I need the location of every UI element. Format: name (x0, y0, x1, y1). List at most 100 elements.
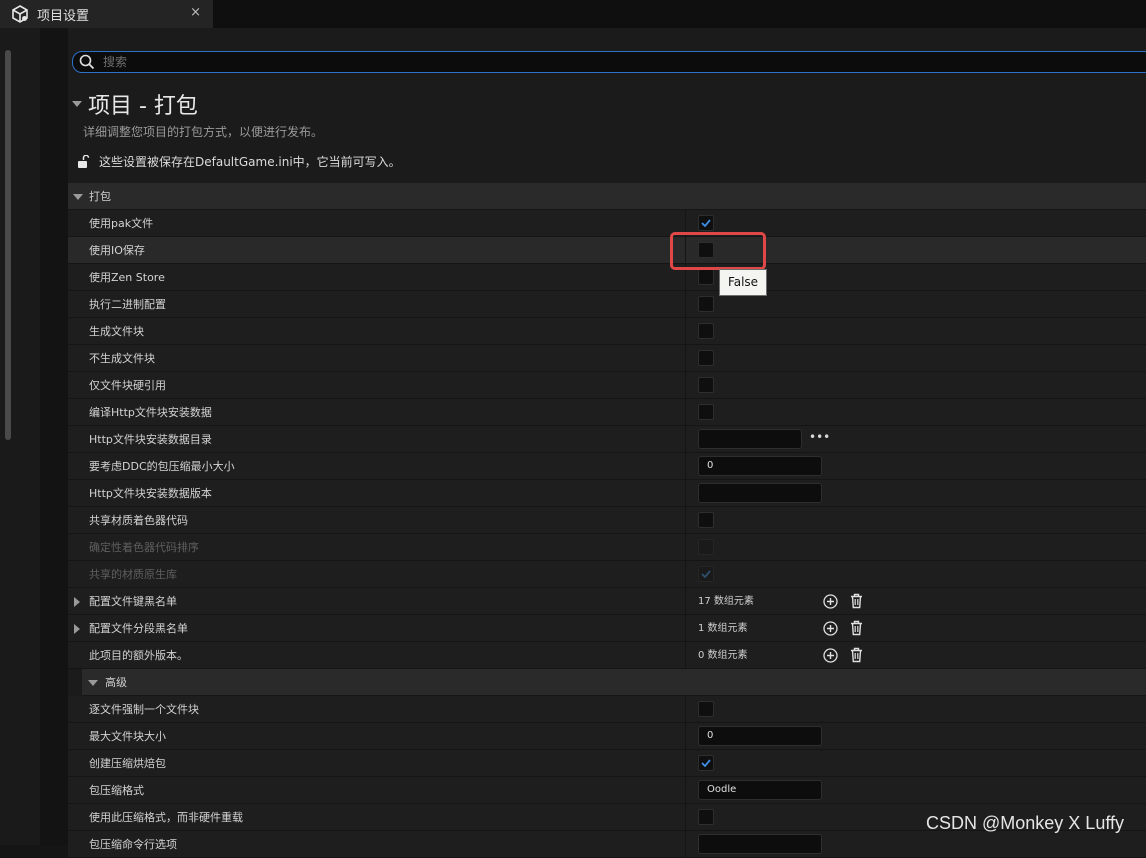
setting-label: 仅文件块硬引用 (89, 379, 166, 392)
setting-label: 共享材质着色器代码 (89, 514, 188, 527)
deterministic-shader-checkbox (698, 539, 714, 555)
collapse-arrow-icon[interactable] (72, 101, 82, 107)
category-packaging[interactable]: 打包 (68, 183, 1146, 210)
http-chunk-version-field[interactable] (698, 483, 822, 503)
setting-label: 生成文件块 (89, 325, 144, 338)
setting-use-pak: 使用pak文件 (68, 210, 1146, 237)
expand-arrow-icon[interactable] (74, 597, 80, 607)
setting-shared-native-lib: 共享的材质原生库 (68, 561, 1146, 588)
check-icon (701, 759, 711, 767)
saved-notice-text: 这些设置被保存在DefaultGame.ini中，它当前可写入。 (99, 155, 401, 169)
compression-cmdline-field[interactable] (698, 834, 822, 854)
section-header[interactable]: 项目 - 打包 (72, 88, 198, 120)
setting-label: 使用Zen Store (89, 271, 165, 284)
setting-force-one-chunk: 逐文件强制一个文件块 (68, 696, 1146, 723)
use-io-store-checkbox[interactable] (698, 242, 714, 258)
setting-label: 逐文件强制一个文件块 (89, 703, 199, 716)
setting-label: 使用此压缩格式，而非硬件重载 (89, 811, 243, 824)
use-zen-store-checkbox[interactable] (698, 269, 714, 285)
search-icon (79, 54, 95, 70)
compression-format-field[interactable]: Oodle (698, 780, 822, 800)
setting-ddc-min-size: 要考虑DDC的包压缩最小大小 0 (68, 453, 1146, 480)
scrollbar[interactable] (5, 50, 11, 440)
setting-chunk-hard-refs: 仅文件块硬引用 (68, 372, 1146, 399)
expand-arrow-icon[interactable] (73, 194, 83, 200)
setting-label: 配置文件键黑名单 (89, 595, 177, 608)
use-pak-checkbox[interactable] (698, 215, 714, 231)
tab-bar: 项目设置 × (0, 0, 1146, 28)
setting-share-shader-code: 共享材质着色器代码 (68, 507, 1146, 534)
setting-label: 使用IO保存 (89, 244, 145, 257)
check-icon (701, 219, 711, 227)
setting-label: 确定性着色器代码排序 (89, 541, 199, 554)
section-description: 详细调整您项目的打包方式，以便进行发布。 (83, 125, 324, 139)
setting-http-chunk-version: Http文件块安装数据版本 (68, 480, 1146, 507)
shared-native-lib-checkbox (698, 566, 714, 582)
watermark: CSDN @Monkey X Luffy (926, 813, 1125, 833)
setting-http-chunk-dir: Http文件块安装数据目录 ••• (68, 426, 1146, 453)
search-bar[interactable] (72, 51, 1146, 73)
setting-label: 创建压缩烘焙包 (89, 757, 166, 770)
add-element-icon[interactable] (823, 648, 838, 663)
tab-title: 项目设置 (37, 8, 90, 24)
setting-binary-config: 执行二进制配置 (68, 291, 1146, 318)
unlock-icon (76, 154, 90, 169)
max-chunk-size-field[interactable]: 0 (698, 726, 822, 746)
gutter (40, 28, 68, 845)
setting-max-chunk-size: 最大文件块大小 0 (68, 723, 1146, 750)
array-count: 1 数组元素 (698, 623, 748, 634)
setting-ini-section-denylist: 配置文件分段黑名单 1 数组元素 (68, 615, 1146, 642)
subcategory-advanced[interactable]: 高级 (68, 669, 1146, 696)
setting-label: 使用pak文件 (89, 217, 154, 230)
expand-arrow-icon[interactable] (88, 680, 98, 686)
setting-label: 包压缩格式 (89, 784, 144, 797)
add-element-icon[interactable] (823, 621, 838, 636)
generate-chunks-checkbox[interactable] (698, 323, 714, 339)
category-label: 打包 (89, 190, 111, 203)
settings-list: 打包 使用pak文件 使用IO保存 使用Zen Store 执行二进制配置 生成… (68, 183, 1146, 858)
expand-arrow-icon[interactable] (74, 624, 80, 634)
setting-compression-format: 包压缩格式 Oodle (68, 777, 1146, 804)
setting-generate-chunks: 生成文件块 (68, 318, 1146, 345)
subcategory-label: 高级 (105, 676, 127, 689)
page-title: 项目 - 打包 (88, 94, 198, 119)
compressed-cooked-checkbox[interactable] (698, 755, 714, 771)
use-format-not-hw-checkbox[interactable] (698, 809, 714, 825)
saved-notice: 这些设置被保存在DefaultGame.ini中，它当前可写入。 (76, 153, 401, 170)
setting-no-chunks: 不生成文件块 (68, 345, 1146, 372)
browse-ellipsis-icon[interactable]: ••• (809, 430, 830, 444)
ddc-min-size-field[interactable]: 0 (698, 456, 822, 476)
tooltip: False (719, 269, 767, 296)
setting-build-http-chunk: 编译Http文件块安装数据 (68, 399, 1146, 426)
build-http-chunk-checkbox[interactable] (698, 404, 714, 420)
setting-label: 配置文件分段黑名单 (89, 622, 188, 635)
setting-label: Http文件块安装数据目录 (89, 433, 212, 446)
setting-deterministic-shader: 确定性着色器代码排序 (68, 534, 1146, 561)
http-chunk-dir-field[interactable] (698, 429, 802, 449)
details-panel: 项目 - 打包 详细调整您项目的打包方式，以便进行发布。 这些设置被保存在Def… (68, 28, 1146, 858)
close-tab-icon[interactable]: × (190, 5, 201, 20)
setting-label: 此项目的额外版本。 (89, 649, 188, 662)
delete-trash-icon[interactable] (849, 620, 864, 636)
setting-label: 不生成文件块 (89, 352, 155, 365)
setting-use-zen-store: 使用Zen Store (68, 264, 1146, 291)
add-element-icon[interactable] (823, 594, 838, 609)
setting-label: 编译Http文件块安装数据 (89, 406, 212, 419)
binary-config-checkbox[interactable] (698, 296, 714, 312)
array-count: 17 数组元素 (698, 596, 754, 607)
array-count: 0 数组元素 (698, 650, 748, 661)
force-one-chunk-checkbox[interactable] (698, 701, 714, 717)
chunk-hard-refs-checkbox[interactable] (698, 377, 714, 393)
setting-label: 共享的材质原生库 (89, 568, 177, 581)
delete-trash-icon[interactable] (849, 647, 864, 663)
setting-ini-key-denylist: 配置文件键黑名单 17 数组元素 (68, 588, 1146, 615)
tab-project-settings[interactable]: 项目设置 × (0, 0, 213, 28)
delete-trash-icon[interactable] (849, 593, 864, 609)
no-chunks-checkbox[interactable] (698, 350, 714, 366)
check-icon (701, 570, 711, 578)
search-input[interactable] (101, 54, 1146, 70)
setting-label: 要考虑DDC的包压缩最小大小 (89, 460, 235, 473)
setting-label: 执行二进制配置 (89, 298, 166, 311)
setting-label: 最大文件块大小 (89, 730, 166, 743)
share-shader-code-checkbox[interactable] (698, 512, 714, 528)
